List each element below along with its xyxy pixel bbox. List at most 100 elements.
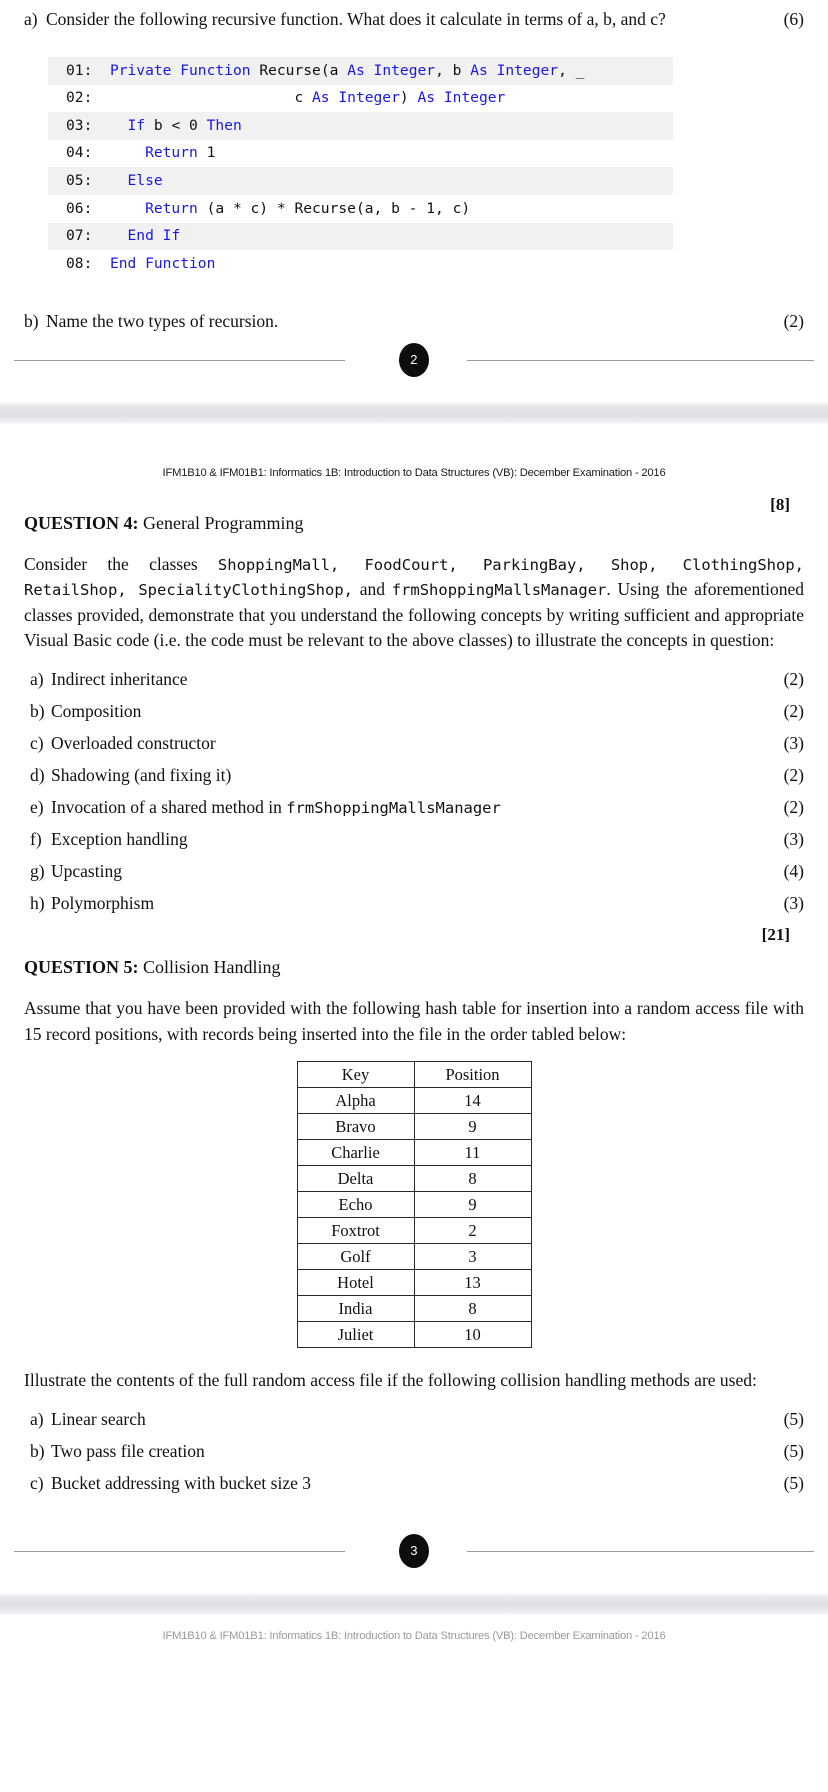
- question3b-label: b): [24, 310, 39, 331]
- item-text-run: Upcasting: [51, 860, 122, 881]
- code-line-number: 01:: [66, 61, 93, 79]
- item-text: Linear search: [51, 1409, 146, 1430]
- question3a-marks: (6): [783, 9, 804, 29]
- hash-cell-key: Echo: [296, 1191, 415, 1219]
- hash-table-row: Delta 8: [296, 1165, 532, 1193]
- item-marks: (2): [783, 796, 804, 817]
- item-label: a): [30, 668, 44, 689]
- question4-item: g) Upcasting (4): [24, 855, 804, 887]
- code-keyword: Else: [127, 171, 163, 189]
- separator-rule-right-3: [467, 1550, 814, 1552]
- hash-table-row: Golf 3: [296, 1243, 532, 1271]
- code-line: 03: If b < 0 Then: [48, 112, 673, 140]
- hash-cell-position: 10: [413, 1321, 532, 1349]
- item-text-run: Polymorphism: [51, 892, 155, 913]
- question5-heading: QUESTION 5: Collision Handling: [24, 957, 804, 978]
- code-line: 05: Else: [48, 167, 673, 196]
- question4-item: b) Composition (2): [24, 695, 804, 727]
- item-text: Invocation of a shared method in frmShop…: [51, 797, 764, 818]
- question3a-text: Consider the following recursive functio…: [46, 9, 666, 29]
- item-text: Upcasting: [51, 861, 764, 882]
- code-line-number: 04:: [66, 144, 93, 162]
- separator-rule-left: [14, 359, 345, 361]
- hash-cell-key: Bravo: [296, 1113, 415, 1141]
- code-line-number: 07:: [66, 227, 93, 245]
- running-header-next: IFM1B10 & IFM01B1: Informatics 1B: Intro…: [162, 1629, 666, 1642]
- hash-table-row: Alpha 14: [296, 1087, 532, 1115]
- hash-cell-key: Foxtrot: [296, 1217, 415, 1245]
- item-text-run: Shadowing (and fixing it): [51, 764, 232, 785]
- code-keyword: Private Function: [109, 61, 260, 79]
- page-edge-shadow-2: [0, 400, 828, 425]
- hash-cell-key: India: [296, 1295, 415, 1323]
- class-name-mono: frmShoppingMallsManager: [286, 798, 501, 817]
- hash-cell-key: Golf: [296, 1243, 415, 1271]
- hash-cell-key: Hotel: [296, 1269, 415, 1297]
- hash-table-row: Bravo 9: [296, 1113, 532, 1141]
- code-keyword: Then: [206, 116, 242, 134]
- item-marks: (2): [783, 668, 804, 689]
- page-gap-top: [0, 386, 828, 401]
- page-number-badge-2[interactable]: 2: [399, 342, 429, 377]
- code-text: ): [399, 89, 418, 107]
- page-separator-3: 3: [0, 1523, 828, 1578]
- hash-table-body: Alpha 14 Bravo 9 Charlie 11 Delta 8 Echo 9 Foxtrot…: [296, 1087, 532, 1349]
- code-line: 06: Return (a * c) * Recurse(a, b - 1, c…: [48, 195, 673, 223]
- code-keyword: As Integer: [347, 61, 436, 79]
- hash-cell-position: 8: [413, 1295, 532, 1323]
- item-label: c): [30, 732, 44, 753]
- code-line: 04: Return 1: [48, 140, 673, 168]
- item-label: c): [30, 1473, 44, 1494]
- question3-total-marks: [8]: [770, 494, 790, 514]
- question5-number: QUESTION 5:: [24, 957, 139, 978]
- question3b-line: b) Name the two types of recursion. (2): [24, 310, 804, 333]
- code-text: (a * c) * Recurse(a, b - 1, c): [197, 199, 471, 217]
- code-line-number: 05:: [66, 171, 93, 189]
- hash-col-key: Key: [296, 1061, 415, 1089]
- question4-heading: QUESTION 4: General Programming: [24, 513, 804, 534]
- question5-item: b) Two pass file creation (5): [24, 1436, 804, 1468]
- question3a-label: a): [24, 9, 38, 29]
- code-keyword: Return: [145, 144, 198, 162]
- item-text: Indirect inheritance: [51, 669, 764, 690]
- question3a-line: a) Consider the following recursive func…: [24, 0, 804, 31]
- separator-rule-right: [467, 359, 814, 361]
- code-text: b < 0: [145, 116, 207, 134]
- hash-table-row: Hotel 13: [296, 1269, 532, 1297]
- code-line-number: 06:: [66, 199, 93, 217]
- question4-item: c) Overloaded constructor (3): [24, 727, 804, 759]
- hash-cell-position: 2: [413, 1217, 532, 1245]
- item-label: b): [30, 700, 45, 721]
- hash-cell-key: Juliet: [296, 1321, 415, 1349]
- pdf-page-4-partial: IFM1B10 & IFM01B1: Informatics 1B: Intro…: [0, 1615, 828, 1642]
- question3b-text: Name the two types of recursion.: [46, 310, 279, 331]
- hash-table-row: Foxtrot 2: [296, 1217, 532, 1245]
- code-keyword: End If: [127, 227, 181, 245]
- hash-cell-position: 8: [413, 1165, 532, 1193]
- question5-intro: Assume that you have been provided with …: [24, 998, 804, 1044]
- hash-table-wrapper: Key Position Alpha 14 Bravo 9 Charlie 11 Delta…: [24, 1061, 804, 1349]
- question5-item: c) Bucket addressing with bucket size 3 (5…: [24, 1468, 804, 1500]
- item-text: Exception handling: [51, 829, 764, 850]
- code-keyword: As Integer: [417, 89, 506, 107]
- page-number-badge-3[interactable]: 3: [399, 1533, 429, 1568]
- item-text: Composition: [51, 701, 764, 722]
- question5-outro: Illustrate the contents of the full rand…: [24, 1370, 757, 1391]
- item-text-run: Invocation of a shared method in: [51, 796, 287, 817]
- hash-table-row: Juliet 10: [296, 1321, 532, 1349]
- code-keyword: As Integer: [312, 89, 400, 107]
- pdf-page-2: a) Consider the following recursive func…: [0, 0, 828, 333]
- question5-title: Collision Handling: [143, 957, 281, 978]
- code-listing-recurse: 01: Private Function Recurse(a As Intege…: [48, 57, 673, 278]
- code-line-number: 03:: [66, 116, 93, 134]
- item-text: Polymorphism: [51, 893, 764, 914]
- pdf-page-3: IFM1B10 & IFM01B1: Informatics 1B: Intro…: [0, 424, 828, 1500]
- item-label: e): [30, 796, 44, 817]
- item-marks: (5): [783, 1473, 804, 1494]
- code-line: 08: End Function: [48, 250, 673, 278]
- running-header: IFM1B10 & IFM01B1: Informatics 1B: Intro…: [162, 466, 666, 479]
- item-text: Shadowing (and fixing it): [51, 765, 764, 786]
